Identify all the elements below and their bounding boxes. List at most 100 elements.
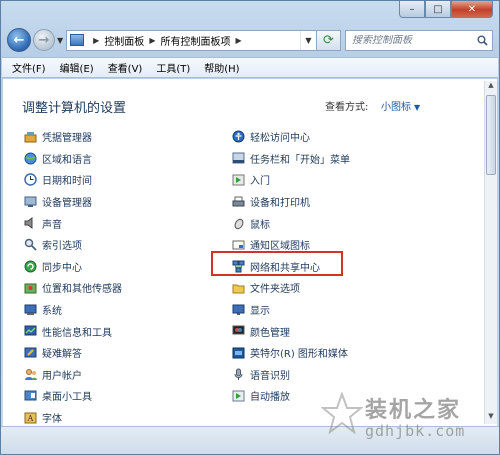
item-label[interactable]: 桌面小工具	[42, 388, 92, 403]
item-indexing-options[interactable]: 索引选项	[23, 234, 122, 256]
breadcrumb-separator-icon[interactable]: ▶	[149, 36, 155, 45]
breadcrumb-separator-icon[interactable]: ▶	[235, 36, 241, 45]
minimize-button[interactable]: –	[399, 1, 425, 18]
item-sound[interactable]: 声音	[23, 212, 122, 234]
item-label[interactable]: 语音识别	[250, 367, 290, 382]
device-manager-icon	[23, 195, 37, 208]
item-intel-graphics[interactable]: 英特尔(R) 图形和媒体	[231, 342, 350, 364]
page-title: 调整计算机的设置	[22, 101, 127, 116]
item-speech-recognition[interactable]: 语音识别	[231, 364, 350, 386]
back-button[interactable]: ←	[7, 28, 31, 52]
forward-button[interactable]: →	[33, 29, 55, 51]
scroll-thumb[interactable]	[486, 95, 496, 175]
taskbar-icon	[231, 152, 245, 165]
vertical-scrollbar[interactable]: ▲ ▼	[484, 81, 497, 424]
item-date-time[interactable]: 日期和时间	[23, 169, 122, 191]
item-label[interactable]: 设备管理器	[42, 194, 92, 209]
watermark-text: 装机之家	[365, 397, 462, 423]
item-label[interactable]: 位置和其他传感器	[42, 280, 122, 295]
item-display[interactable]: 显示	[231, 299, 350, 321]
close-button[interactable]: ✕	[451, 1, 493, 18]
item-folder-options[interactable]: 文件夹选项	[231, 277, 350, 299]
item-performance[interactable]: 性能信息和工具	[23, 320, 122, 342]
search-icon[interactable]	[472, 35, 492, 46]
mouse-icon	[231, 217, 245, 230]
display-icon	[231, 303, 245, 316]
breadcrumb-item[interactable]: 所有控制面板项	[160, 33, 230, 48]
folder-options-icon	[231, 281, 245, 294]
view-by-dropdown[interactable]: 小图标 ▼	[381, 98, 420, 113]
item-desktop-gadgets[interactable]: 桌面小工具	[23, 385, 122, 407]
item-label[interactable]: 性能信息和工具	[42, 324, 112, 339]
chevron-down-icon[interactable]: ▼	[414, 103, 420, 112]
menu-tools[interactable]: 工具(T)	[156, 60, 190, 75]
item-user-accounts[interactable]: 用户帐户	[23, 364, 122, 386]
item-label[interactable]: 日期和时间	[42, 172, 92, 187]
control-panel-icon	[70, 34, 85, 46]
menu-view[interactable]: 查看(V)	[108, 60, 143, 75]
getting-started-icon	[231, 173, 245, 186]
item-label[interactable]: 用户帐户	[42, 367, 82, 382]
item-region-language[interactable]: 区域和语言	[23, 148, 122, 170]
search-box[interactable]	[345, 29, 493, 51]
item-label[interactable]: 设备和打印机	[250, 194, 310, 209]
item-credential-manager[interactable]: 凭据管理器	[23, 126, 122, 148]
back-arrow-icon: ←	[13, 32, 25, 48]
performance-icon	[23, 325, 37, 338]
microphone-icon	[231, 368, 245, 381]
system-icon	[23, 303, 37, 316]
control-panel-window: – □ ✕ ← → ▼ ▶ 控制面板 ▶ 所有控制面板项 ▶ ▼ ⟳ 搜索控制面…	[0, 0, 500, 455]
item-label[interactable]: 同步中心	[42, 259, 82, 274]
item-label[interactable]: 显示	[250, 302, 270, 317]
menu-edit[interactable]: 编辑(E)	[60, 60, 94, 75]
left-item-column: 凭据管理器 区域和语言 日期和时间 设备管理器 声音 索引选项 同步中心 位置和…	[23, 126, 122, 428]
item-devices-printers[interactable]: 设备和打印机	[231, 191, 350, 213]
notification-icon	[231, 238, 245, 251]
search-input[interactable]	[352, 34, 472, 46]
item-label[interactable]: 凭据管理器	[42, 129, 92, 144]
item-label[interactable]: 任务栏和「开始」菜单	[250, 151, 350, 166]
item-taskbar-start-menu[interactable]: 任务栏和「开始」菜单	[231, 148, 350, 170]
item-label[interactable]: 入门	[250, 172, 270, 187]
maximize-button[interactable]: □	[425, 1, 451, 18]
menu-help[interactable]: 帮助(H)	[204, 60, 239, 75]
fonts-icon: A	[23, 411, 37, 424]
breadcrumb-item[interactable]: 控制面板	[104, 33, 144, 48]
item-label[interactable]: 文件夹选项	[250, 280, 300, 295]
clock-icon	[23, 173, 37, 187]
item-label[interactable]: 字体	[42, 410, 62, 425]
item-label[interactable]: 区域和语言	[42, 151, 92, 166]
item-label[interactable]: 轻松访问中心	[250, 129, 310, 144]
item-label[interactable]: 自动播放	[250, 388, 290, 403]
address-dropdown-icon[interactable]: ▼	[300, 30, 316, 50]
item-troubleshooting[interactable]: 疑难解答	[23, 342, 122, 364]
globe-icon	[23, 152, 37, 165]
item-label[interactable]: 疑难解答	[42, 345, 82, 360]
item-device-manager[interactable]: 设备管理器	[23, 191, 122, 213]
watermark: 装机之家 gdhjbk.com	[321, 390, 491, 450]
history-dropdown-icon[interactable]: ▼	[57, 36, 63, 45]
ease-of-access-icon	[231, 130, 245, 143]
breadcrumb-separator-icon[interactable]: ▶	[93, 36, 99, 45]
item-label[interactable]: 英特尔(R) 图形和媒体	[250, 345, 348, 360]
item-location-sensors[interactable]: 位置和其他传感器	[23, 277, 122, 299]
item-label[interactable]: 声音	[42, 216, 62, 231]
item-mouse[interactable]: 鼠标	[231, 212, 350, 234]
item-getting-started[interactable]: 入门	[231, 169, 350, 191]
item-label[interactable]: 颜色管理	[250, 324, 290, 339]
address-bar[interactable]: ▶ 控制面板 ▶ 所有控制面板项 ▶ ▼	[66, 29, 317, 51]
item-sync-center[interactable]: 同步中心	[23, 256, 122, 278]
item-color-management[interactable]: 颜色管理	[231, 320, 350, 342]
item-label[interactable]: 索引选项	[42, 237, 82, 252]
watermark-url: gdhjbk.com	[365, 422, 466, 440]
menu-bar: 文件(F) 编辑(E) 查看(V) 工具(T) 帮助(H)	[2, 57, 498, 78]
refresh-button[interactable]: ⟳	[317, 29, 341, 51]
item-label[interactable]: 鼠标	[250, 216, 270, 231]
scroll-up-icon[interactable]: ▲	[485, 81, 497, 93]
content-pane: 调整计算机的设置 查看方式: 小图标 ▼ 凭据管理器 区域和语言 日期和时间 设备…	[3, 79, 497, 426]
item-system[interactable]: 系统	[23, 299, 122, 321]
view-by-value[interactable]: 小图标	[381, 102, 411, 113]
item-ease-of-access[interactable]: 轻松访问中心	[231, 126, 350, 148]
item-label[interactable]: 系统	[42, 302, 62, 317]
menu-file[interactable]: 文件(F)	[12, 60, 46, 75]
